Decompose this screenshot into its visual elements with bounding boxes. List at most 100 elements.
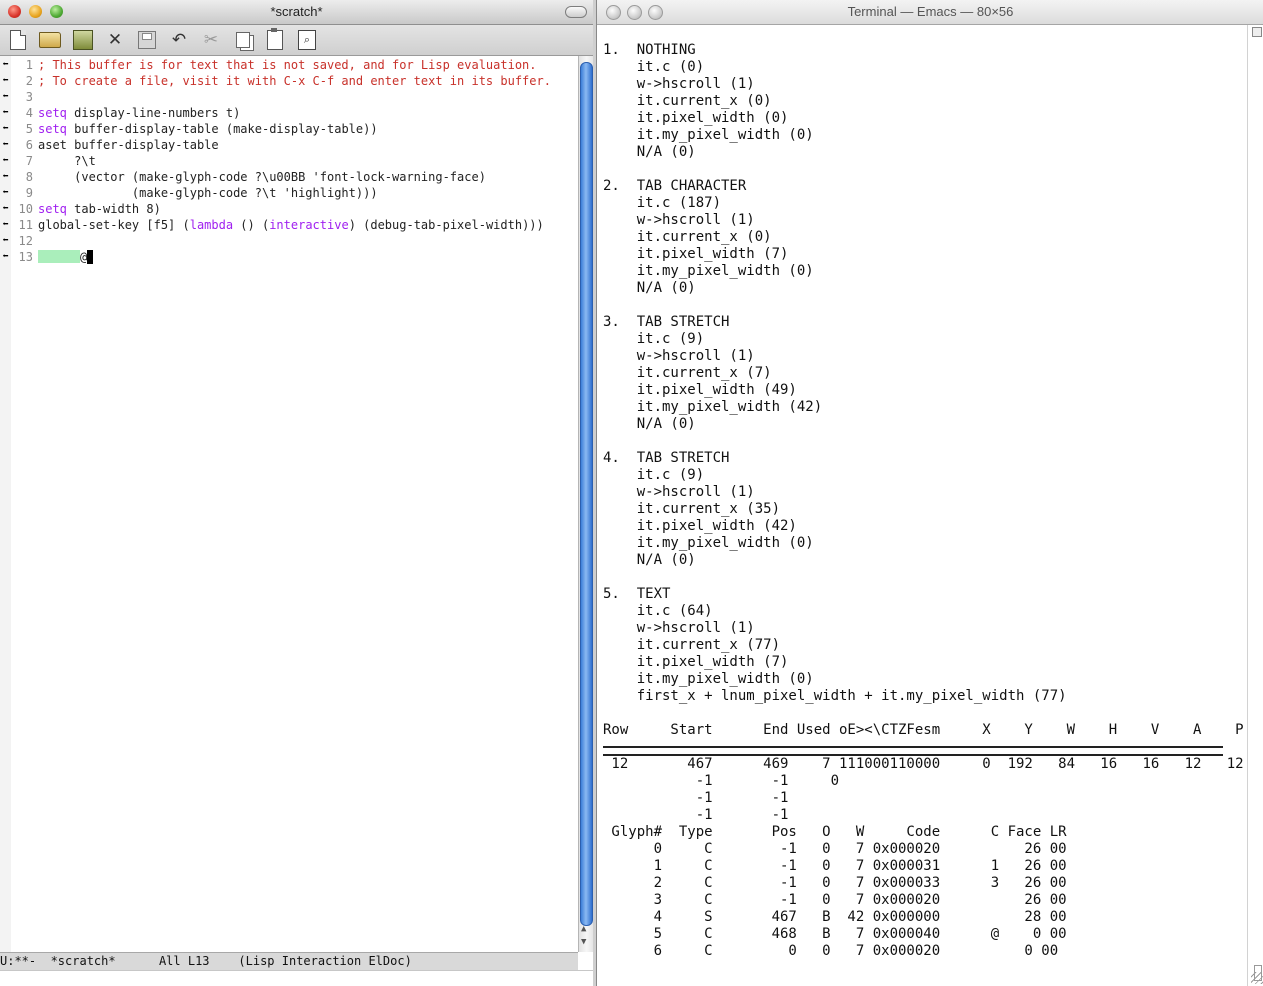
open-folder-icon xyxy=(39,32,61,48)
new-file-button[interactable] xyxy=(6,28,30,52)
terminal-line: it.current_x (0) xyxy=(603,229,772,245)
keyword-text: setq xyxy=(38,122,67,136)
resize-grip-icon[interactable] xyxy=(1251,972,1263,984)
code-line[interactable]: 13 @ xyxy=(11,249,94,265)
fringe-arrow-icon: ⬅ xyxy=(2,59,9,70)
terminal-line: N/A (0) xyxy=(603,144,696,160)
line-number: 12 xyxy=(18,234,33,248)
terminal-scrollbar[interactable] xyxy=(1247,25,1263,986)
paste-icon xyxy=(267,28,283,50)
code-text: (make-glyph-code ?\t 'highlight))) xyxy=(38,186,378,200)
terminal-line: 2 C -1 0 7 0x000033 3 26 00 xyxy=(603,875,1067,891)
terminal-line: Glyph# Type Pos O W Code C Face LR xyxy=(603,824,1067,840)
code-text: ?\t xyxy=(38,154,96,168)
open-file-button[interactable] xyxy=(38,28,62,52)
code-line[interactable]: 11 global-set-key [f5] (lambda () (intera… xyxy=(11,217,544,233)
code-line[interactable]: 4 setq display-line-numbers t) xyxy=(11,105,241,121)
code-text: tab-width 8) xyxy=(66,202,161,216)
table-separator xyxy=(603,746,1223,756)
search-icon: ⌕ xyxy=(298,30,316,50)
terminal-line: it.pixel_width (42) xyxy=(603,518,797,534)
emacs-window-title: *scratch* xyxy=(270,4,323,19)
paste-button[interactable] xyxy=(263,28,287,52)
code-line[interactable]: 5 setq buffer-display-table (make-display… xyxy=(11,121,378,137)
undo-button[interactable]: ↶ xyxy=(167,28,191,52)
code-line[interactable]: 2 ; To create a file, visit it with C-x C… xyxy=(11,73,551,89)
terminal-titlebar[interactable]: Terminal — Emacs — 80×56 xyxy=(597,0,1263,25)
scroll-split-icon[interactable] xyxy=(1252,27,1262,37)
terminal-line: it.c (187) xyxy=(603,195,722,211)
terminal-line: w->hscroll (1) xyxy=(603,348,755,364)
fringe-arrow-icon: ⬅ xyxy=(2,155,9,166)
terminal-line: first_x + lnum_pixel_width + it.my_pixel… xyxy=(603,688,1067,704)
search-button[interactable]: ⌕ xyxy=(295,28,319,52)
scratch-buffer[interactable]: ⬅ ⬅ ⬅ ⬅ ⬅ ⬅ ⬅ ⬅ ⬅ ⬅ ⬅ ⬅ ⬅ 1 ; This buffer is for text… xyxy=(0,56,578,952)
fringe-arrow-icon: ⬅ xyxy=(2,171,9,182)
code-line[interactable]: 9 (make-glyph-code ?\t 'highlight))) xyxy=(11,185,378,201)
kill-buffer-button[interactable]: ✕ xyxy=(103,28,127,52)
code-text: global-set-key [f5] ( xyxy=(38,218,190,232)
line-number: 2 xyxy=(25,74,33,88)
scroll-down-arrow-icon[interactable]: ▼ xyxy=(581,937,586,947)
code-line[interactable]: 3 xyxy=(11,89,38,105)
scissors-icon: ✂ xyxy=(203,30,219,50)
keyword-text: setq xyxy=(38,106,67,120)
scrollbar-thumb[interactable] xyxy=(580,62,593,926)
terminal-line: 1. NOTHING xyxy=(603,42,696,58)
line-number: 3 xyxy=(25,90,33,104)
terminal-line: it.pixel_width (0) xyxy=(603,110,789,126)
fringe-arrow-icon: ⬅ xyxy=(2,91,9,102)
terminal-line: Row Start End Used oE><\CTZFesm X Y W H … xyxy=(603,722,1244,738)
close-icon: ✕ xyxy=(107,30,123,50)
toolbar-toggle-pill[interactable] xyxy=(565,6,587,18)
terminal-line: it.c (9) xyxy=(603,331,705,347)
code-text: @ xyxy=(80,250,88,264)
terminal-line: -1 -1 0 xyxy=(603,773,840,789)
code-line[interactable]: 7 ?\t xyxy=(11,153,96,169)
fringe-arrow-icon: ⬅ xyxy=(2,139,9,150)
fringe-arrow-icon: ⬅ xyxy=(2,203,9,214)
save-icon xyxy=(138,31,156,49)
line-number: 13 xyxy=(18,250,33,264)
code-line[interactable]: 1 ; This buffer is for text that is not s… xyxy=(11,57,537,73)
terminal-line: it.my_pixel_width (0) xyxy=(603,535,814,551)
terminal-line: 3 C -1 0 7 0x000020 26 00 xyxy=(603,892,1067,908)
minibuffer[interactable] xyxy=(0,970,593,986)
copy-button[interactable] xyxy=(231,28,255,52)
terminal-output[interactable]: 1. NOTHING it.c (0) w->hscroll (1) it.cu… xyxy=(597,25,1247,986)
terminal-line: it.my_pixel_width (42) xyxy=(603,399,823,415)
scroll-up-arrow-icon[interactable]: ▲ xyxy=(581,924,586,934)
terminal-line: 6 C 0 0 7 0x000020 0 00 xyxy=(603,943,1059,959)
terminal-line: 2. TAB CHARACTER xyxy=(603,178,747,194)
terminal-window-title: Terminal — Emacs — 80×56 xyxy=(847,4,1014,19)
code-line[interactable]: 6 aset buffer-display-table xyxy=(11,137,219,153)
terminal-line: w->hscroll (1) xyxy=(603,76,755,92)
fringe-arrow-icon: ⬅ xyxy=(2,187,9,198)
text-cursor xyxy=(87,250,94,264)
fringe-arrow-icon: ⬅ xyxy=(2,251,9,262)
line-number: 6 xyxy=(25,138,33,152)
code-line[interactable]: 8 (vector (make-glyph-code ?\u00BB 'font… xyxy=(11,169,486,185)
undo-icon: ↶ xyxy=(171,30,187,50)
save-button[interactable] xyxy=(135,28,159,52)
terminal-line: 5 C 468 B 7 0x000040 @ 0 00 xyxy=(603,926,1067,942)
left-fringe: ⬅ ⬅ ⬅ ⬅ ⬅ ⬅ ⬅ ⬅ ⬅ ⬅ ⬅ ⬅ ⬅ xyxy=(0,56,11,952)
code-line[interactable]: 10 setq tab-width 8) xyxy=(11,201,161,217)
emacs-vertical-scrollbar[interactable]: ▲ ▼ xyxy=(578,56,593,952)
terminal-line: it.my_pixel_width (0) xyxy=(603,671,814,687)
fringe-arrow-icon: ⬅ xyxy=(2,123,9,134)
line-number: 8 xyxy=(25,170,33,184)
dired-button[interactable] xyxy=(71,28,95,52)
code-text: display-line-numbers t) xyxy=(66,106,241,120)
comment-text: ; To create a file, visit it with C-x C-… xyxy=(38,74,551,88)
emacs-titlebar[interactable]: *scratch* xyxy=(0,0,593,25)
terminal-line: 12 467 469 7 111000110000 0 192 84 16 16… xyxy=(603,756,1244,772)
cut-button[interactable]: ✂ xyxy=(199,28,223,52)
terminal-line: it.current_x (77) xyxy=(603,637,781,653)
line-number: 10 xyxy=(18,202,33,216)
tab-highlight xyxy=(38,250,80,263)
terminal-line: 4. TAB STRETCH xyxy=(603,450,730,466)
code-line[interactable]: 12 xyxy=(11,233,38,249)
line-number: 9 xyxy=(25,186,33,200)
mode-line[interactable]: U:**- *scratch* All L13 (Lisp Interactio… xyxy=(0,952,578,970)
